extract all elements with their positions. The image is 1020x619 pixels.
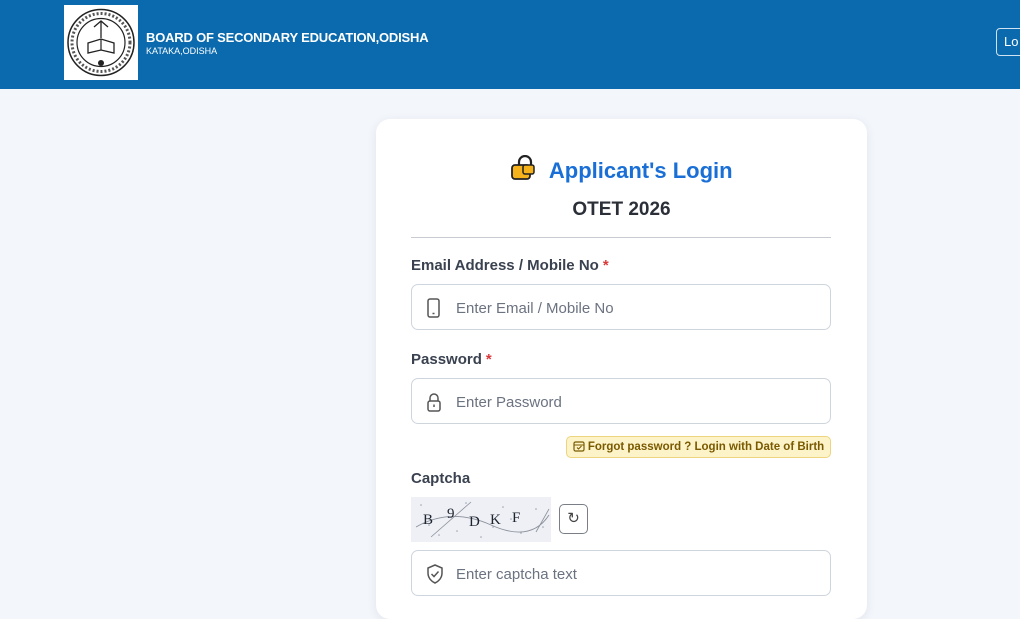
top-login-button[interactable]: Lo	[996, 28, 1020, 56]
exam-title: OTET 2026	[572, 199, 671, 220]
top-header: BOARD OF SECONDARY EDUCATION,ODISHA KATA…	[0, 0, 1020, 89]
login-card: Applicant's Login OTET 2026 Email Addres…	[376, 119, 867, 619]
captcha-char: D	[469, 514, 480, 530]
login-title: Applicant's Login	[548, 157, 733, 183]
required-mark: *	[485, 351, 492, 368]
required-mark: *	[602, 257, 609, 274]
shield-icon	[426, 564, 444, 589]
divider	[411, 237, 831, 238]
forgot-password-link[interactable]: Forgot password ? Login with Date of Bir…	[566, 436, 831, 458]
org-subtitle: KATAKA,ODISHA	[146, 46, 218, 56]
email-input[interactable]	[454, 285, 818, 331]
captcha-image: B 9 D K F	[411, 497, 551, 542]
email-field-box	[411, 284, 831, 331]
refresh-captcha-button[interactable]: ↻	[559, 504, 588, 534]
bse-logo	[64, 5, 138, 80]
captcha-label: Captcha	[411, 470, 471, 487]
email-label: Email Address / Mobile No *	[411, 257, 609, 274]
captcha-char: 9	[447, 506, 455, 522]
captcha-input[interactable]	[454, 551, 818, 597]
padlock-icon	[426, 392, 442, 417]
lock-icon	[510, 154, 536, 186]
password-input[interactable]	[454, 379, 818, 425]
calendar-icon	[573, 441, 585, 452]
password-label: Password *	[411, 351, 492, 368]
password-field-box	[411, 378, 831, 425]
login-heading: Applicant's Login	[376, 154, 867, 186]
org-name: BOARD OF SECONDARY EDUCATION,ODISHA	[146, 30, 429, 45]
captcha-field-box	[411, 550, 831, 597]
captcha-char: K	[490, 512, 501, 528]
captcha-char: F	[512, 510, 520, 526]
captcha-char: B	[423, 512, 433, 528]
mobile-icon	[426, 298, 442, 323]
